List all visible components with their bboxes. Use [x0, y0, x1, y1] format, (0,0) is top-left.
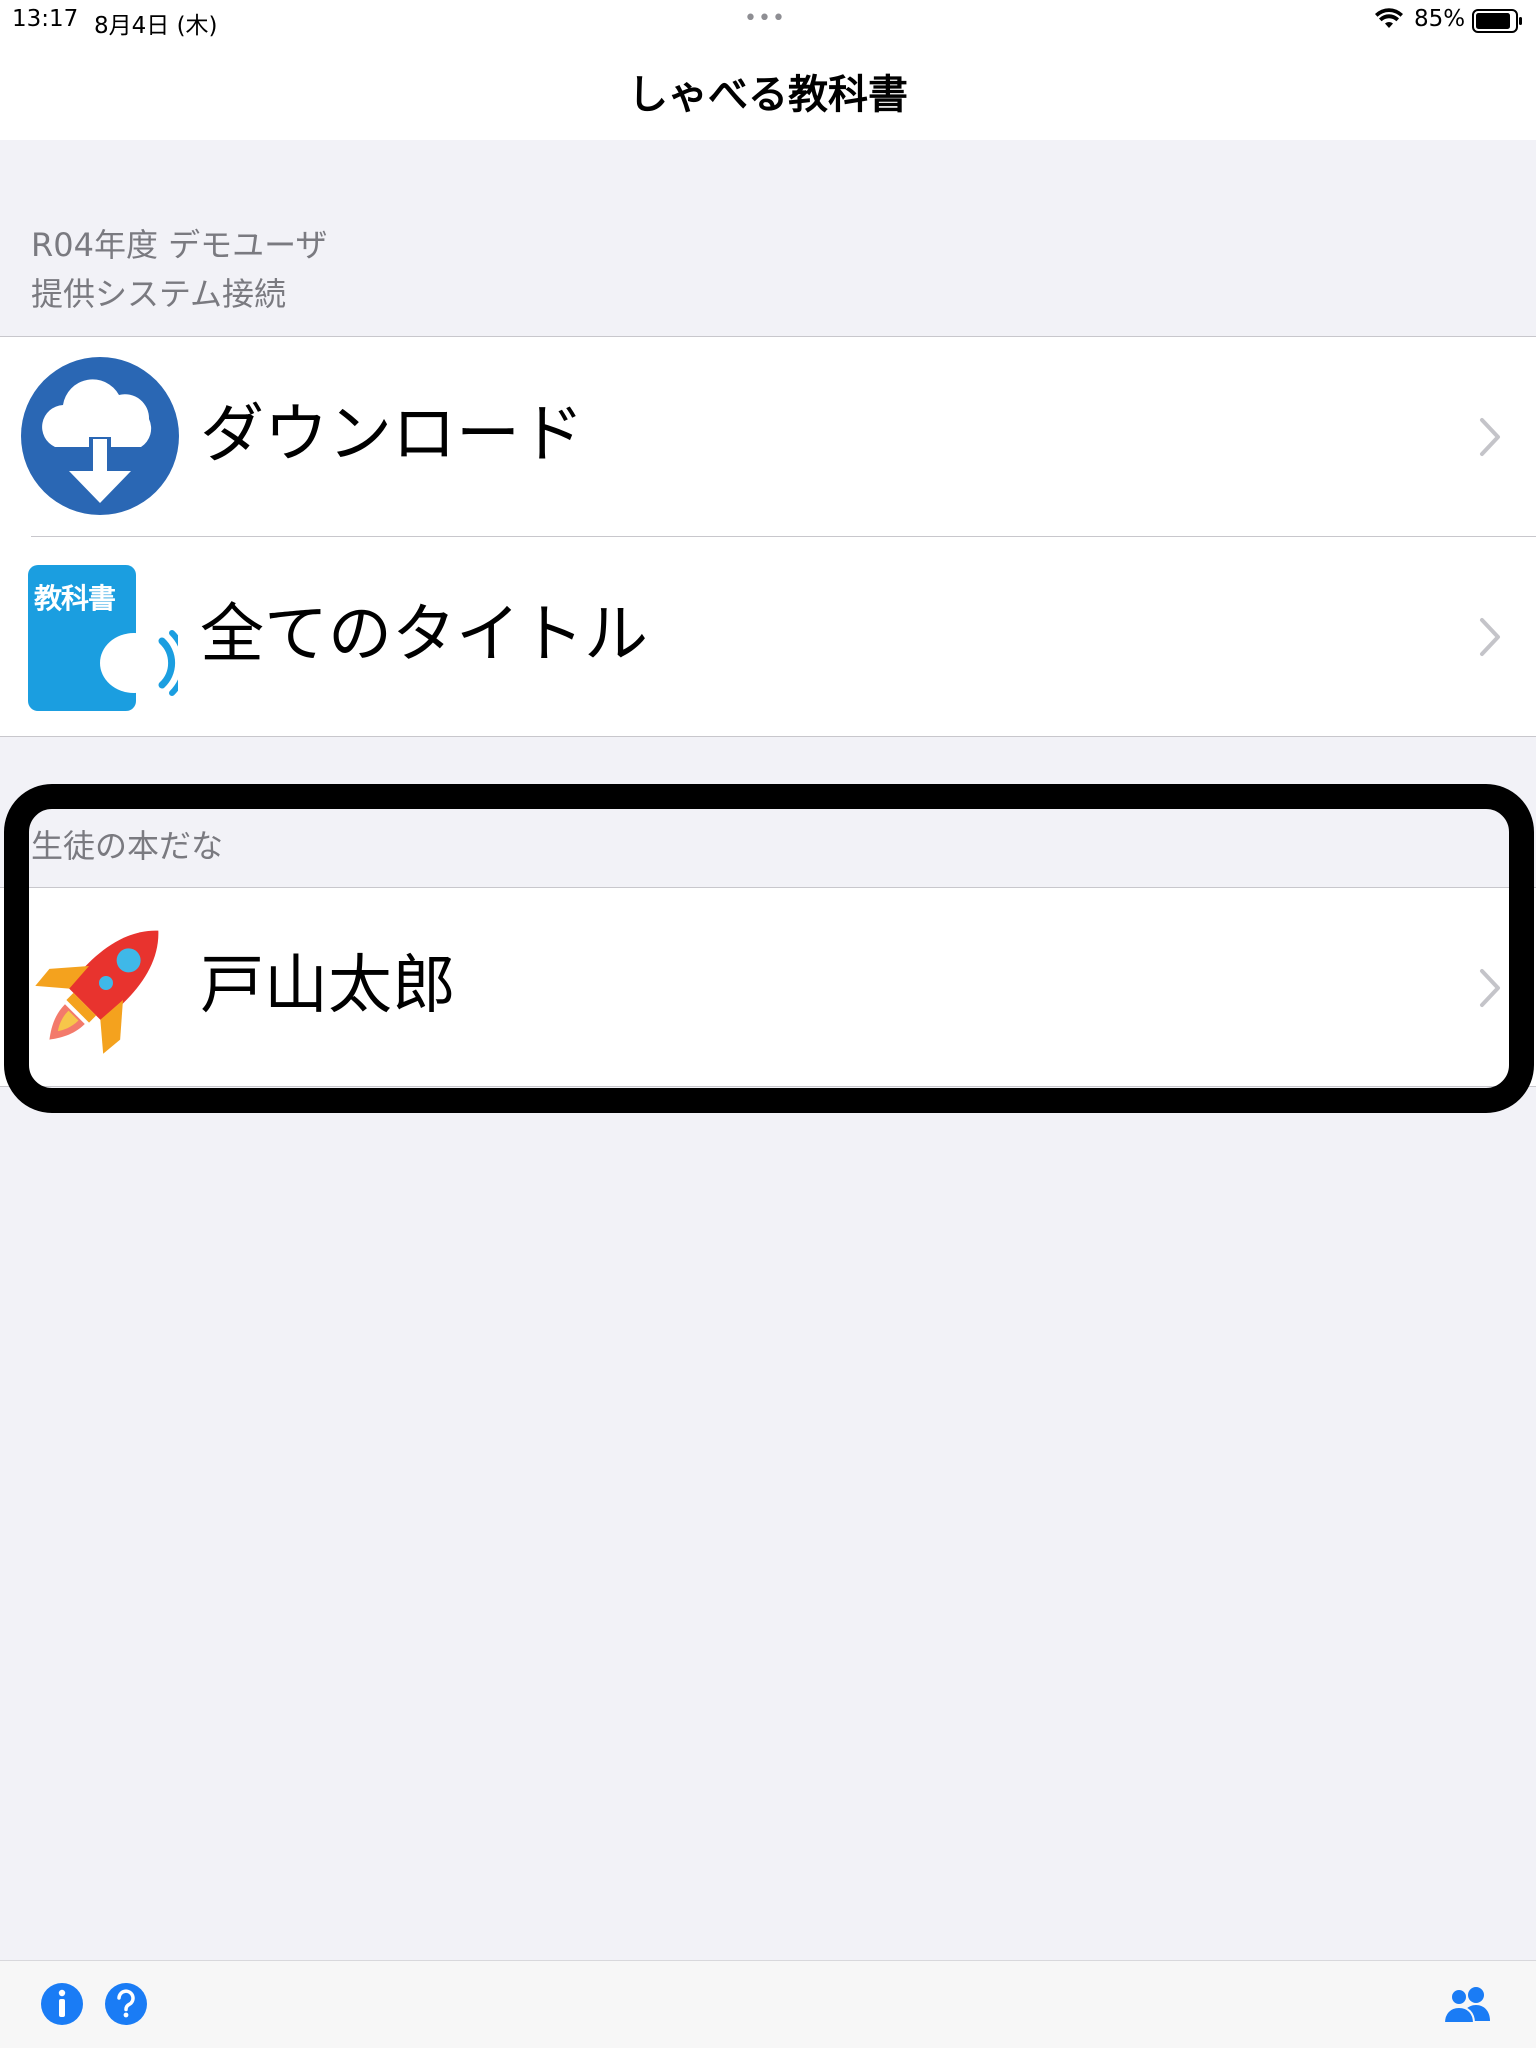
- cloud-download-icon: [21, 357, 179, 515]
- row-all-titles[interactable]: 教科書 全てのタイトル: [0, 537, 1536, 737]
- status-bar: 13:17 8月4日 (木) ••• 85%: [0, 0, 1536, 40]
- textbook-icon-text: 教科書: [34, 582, 116, 615]
- status-time: 13:17: [12, 6, 79, 32]
- chevron-right-icon: [1480, 969, 1500, 1007]
- battery-percent: 85%: [1414, 6, 1466, 32]
- nav-title: しゃべる教科書: [628, 72, 908, 118]
- bottom-toolbar: [0, 1960, 1536, 2048]
- navigation-bar: しゃべる教科書: [0, 40, 1536, 140]
- section-header-student-shelf: 生徒の本だな: [31, 827, 224, 865]
- textbook-speaker-icon: 教科書: [26, 563, 178, 713]
- row-download[interactable]: ダウンロード: [0, 337, 1536, 537]
- system-menu-group: ダウンロード 教科書 全てのタイトル: [0, 336, 1536, 737]
- multitask-dots[interactable]: •••: [744, 6, 786, 31]
- wifi-icon: [1375, 8, 1403, 28]
- info-icon[interactable]: [39, 1981, 85, 2027]
- chevron-right-icon: [1480, 418, 1500, 456]
- battery-icon: [1472, 9, 1522, 33]
- section-header-line2: 提供システム接続: [31, 275, 287, 313]
- status-date: 8月4日 (木): [94, 13, 218, 39]
- student-shelf-group: 戸山太郎: [0, 887, 1536, 1087]
- chevron-right-icon: [1480, 618, 1500, 656]
- row-student-label: 戸山太郎: [200, 949, 456, 1023]
- rocket-icon: [35, 930, 159, 1054]
- section-header-line1: R04年度 デモユーザ: [31, 226, 328, 264]
- row-student[interactable]: 戸山太郎: [0, 888, 1536, 1088]
- help-icon[interactable]: [103, 1981, 149, 2027]
- row-all-titles-label: 全てのタイトル: [200, 598, 648, 672]
- section-header-system: R04年度 デモユーザ 提供システム接続: [31, 221, 328, 319]
- row-download-label: ダウンロード: [200, 398, 584, 472]
- users-icon[interactable]: [1442, 1981, 1494, 2027]
